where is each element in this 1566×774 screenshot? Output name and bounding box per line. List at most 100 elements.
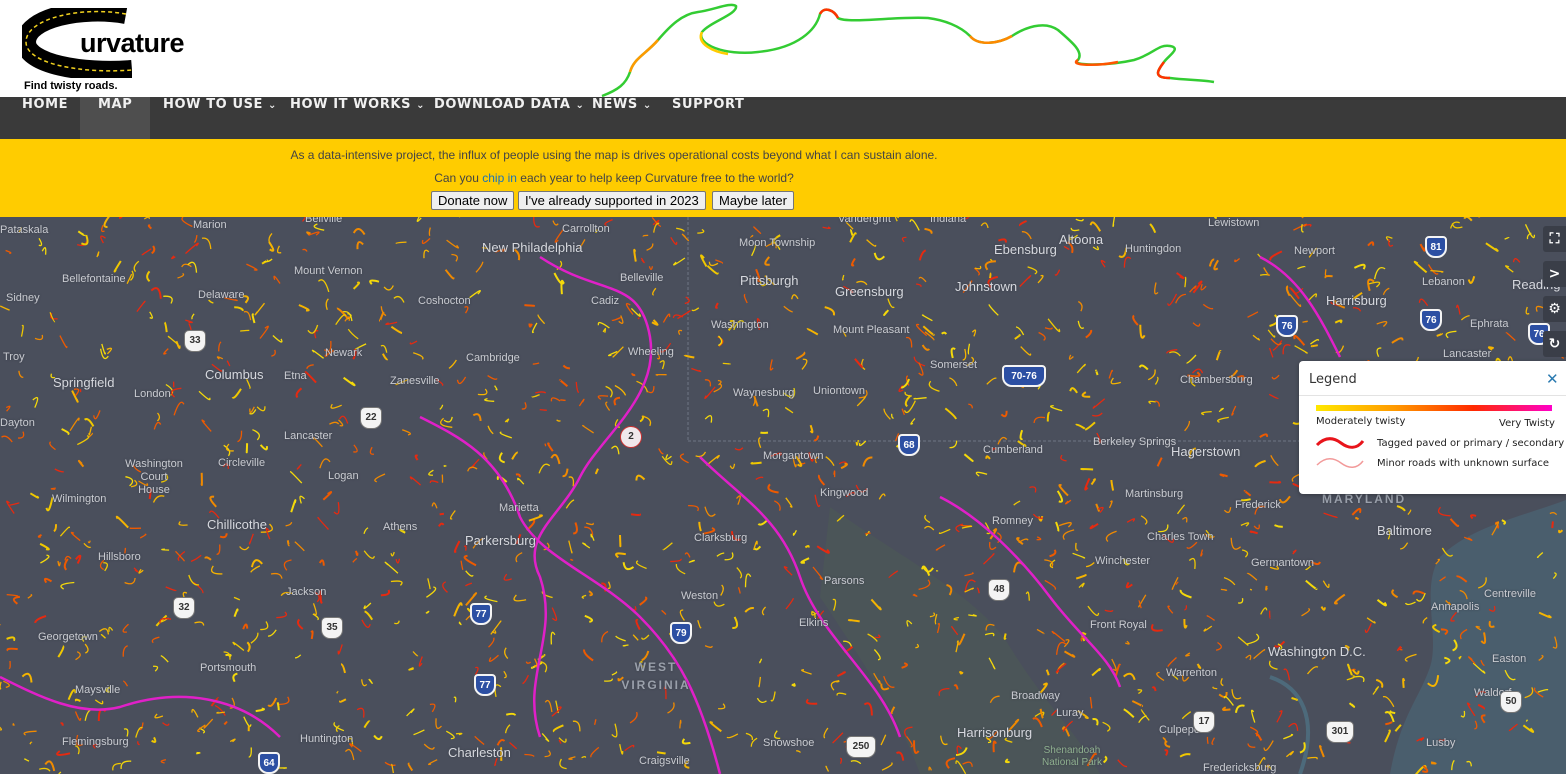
road-segment [178, 521, 188, 526]
place-label: Charles Town [1147, 531, 1214, 543]
road-segment [43, 577, 53, 584]
road-segment [1470, 514, 1477, 520]
road-segment [210, 565, 223, 575]
road-segment [573, 522, 578, 535]
road-segment [1385, 721, 1393, 726]
road-segment [38, 237, 43, 247]
fullscreen-icon[interactable]: ⛶ [1543, 226, 1566, 252]
road-segment [935, 544, 946, 551]
road-segment [1140, 709, 1150, 721]
road-segment [1068, 354, 1074, 360]
road-segment [1111, 658, 1117, 671]
place-label: Carrollton [562, 223, 610, 235]
road-segment [1291, 697, 1298, 701]
road-segment [347, 328, 359, 340]
road-segment [77, 230, 86, 237]
chevron-right-icon[interactable]: > [1543, 261, 1566, 287]
road-segment [153, 665, 159, 672]
road-segment [678, 329, 683, 335]
road-segment [194, 621, 205, 626]
route-icon[interactable]: ↻ [1543, 331, 1566, 357]
road-segment [1241, 549, 1249, 558]
road-segment [428, 227, 431, 236]
road-segment [913, 397, 927, 400]
road-segment [1367, 241, 1375, 247]
road-segment [1285, 750, 1294, 758]
road-segment [504, 418, 510, 423]
chip-in-link[interactable]: chip in [482, 171, 517, 185]
road-segment [850, 760, 862, 765]
road-segment [223, 721, 228, 726]
donate-now-button[interactable]: Donate now [431, 191, 515, 210]
road-segment [100, 235, 106, 244]
road-segment [453, 696, 457, 703]
road-segment [531, 322, 538, 334]
road-segment [1282, 344, 1291, 355]
road-segment [70, 531, 81, 542]
road-segment [633, 248, 637, 262]
place-label: Easton [1492, 653, 1527, 665]
road-segment [854, 358, 863, 368]
road-segment [588, 590, 593, 597]
road-segment [232, 672, 238, 683]
banner-message: As a data-intensive project, the influx … [290, 148, 938, 162]
road-segment [74, 698, 81, 703]
road-segment [655, 373, 667, 376]
road-segment [980, 222, 989, 229]
place-label: Craigsville [639, 755, 690, 767]
road-segment [1156, 457, 1163, 467]
road-segment [590, 746, 600, 758]
road-segment [1084, 477, 1091, 491]
road-segment [361, 619, 371, 628]
road-segment [611, 723, 618, 738]
road-segment [1108, 500, 1113, 509]
curvature-logo[interactable]: urvature Find twisty roads. [22, 8, 232, 94]
road-segment [407, 762, 414, 772]
road-segment [806, 327, 819, 336]
road-segment [1060, 454, 1067, 462]
road-segment [100, 633, 106, 639]
nav-support[interactable]: SUPPORT [654, 97, 763, 139]
place-label: New Philadelphia [482, 240, 583, 255]
road-segment [438, 522, 445, 527]
road-segment [1051, 630, 1066, 643]
road-segment [1132, 314, 1139, 326]
road-segment [918, 249, 927, 261]
place-label: Martinsburg [1125, 488, 1184, 500]
road-segment [700, 254, 708, 267]
gear-icon[interactable]: ⚙ [1543, 296, 1566, 322]
interstate-shield: 79 [670, 622, 692, 644]
road-segment [487, 375, 498, 380]
road-segment [431, 502, 438, 509]
close-icon[interactable]: ✕ [1546, 370, 1559, 388]
road-segment [1240, 522, 1250, 527]
road-segment [1302, 320, 1308, 323]
nav-map[interactable]: MAP [80, 97, 151, 139]
nav-home[interactable]: HOME [4, 97, 86, 139]
road-segment [1430, 761, 1437, 765]
route-cluster-marker[interactable]: 2 [620, 426, 642, 448]
road-segment [524, 304, 536, 307]
road-segment [1396, 505, 1406, 512]
road-segment [944, 407, 958, 420]
road-segment [568, 476, 575, 487]
maybe-later-button[interactable]: Maybe later [712, 191, 794, 210]
road-segment [1038, 331, 1046, 341]
road-segment [975, 471, 988, 477]
road-segment [37, 534, 42, 538]
road-segment [276, 611, 288, 619]
road-segment [442, 581, 448, 593]
road-segment [866, 239, 877, 247]
road-segment [538, 463, 551, 474]
road-segment [522, 674, 529, 685]
road-segment [390, 325, 403, 334]
road-segment [344, 749, 355, 761]
place-label: Circleville [218, 457, 266, 469]
road-segment [767, 483, 779, 494]
road-segment [584, 614, 594, 623]
road-segment [216, 356, 224, 360]
already-supported-button[interactable]: I've already supported in 2023 [518, 191, 706, 210]
road-segment [1045, 669, 1050, 676]
curvature-map[interactable]: Pataskala Marion Bellville Carrollton Va… [0, 217, 1566, 774]
road-segment [679, 609, 685, 621]
